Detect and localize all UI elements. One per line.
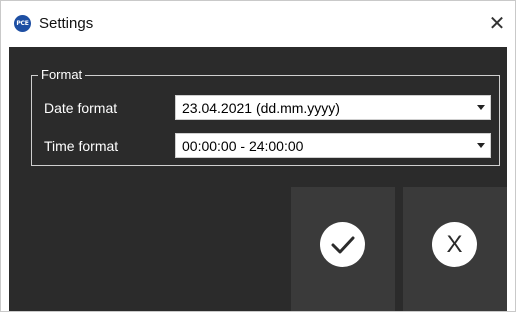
date-format-select[interactable]: 23.04.2021 (dd.mm.yyyy) — [175, 95, 491, 120]
time-format-select[interactable]: 00:00:00 - 24:00:00 — [175, 133, 491, 158]
time-format-label: Time format — [44, 138, 119, 154]
title-bar: PCE Settings ✕ — [1, 1, 515, 47]
settings-content: Format Date format 23.04.2021 (dd.mm.yyy… — [9, 47, 507, 311]
date-format-value: 23.04.2021 (dd.mm.yyyy) — [182, 100, 340, 116]
date-format-label: Date format — [44, 100, 118, 116]
cancel-circle: X — [432, 222, 477, 267]
close-button[interactable]: ✕ — [481, 8, 513, 38]
checkmark-icon — [331, 236, 354, 253]
settings-window: PCE Settings ✕ Format Date format 23.04.… — [0, 0, 516, 312]
cancel-button[interactable]: X — [403, 187, 507, 311]
confirm-button[interactable] — [291, 187, 395, 311]
app-logo-text: PCE — [16, 20, 29, 27]
chevron-down-icon — [477, 143, 485, 148]
confirm-circle — [320, 222, 365, 267]
close-icon: ✕ — [488, 11, 506, 35]
time-format-value: 00:00:00 - 24:00:00 — [182, 138, 304, 154]
format-groupbox: Format Date format 23.04.2021 (dd.mm.yyy… — [31, 67, 500, 166]
cancel-x-icon: X — [446, 230, 463, 258]
format-group-title: Format — [38, 67, 86, 82]
chevron-down-icon — [477, 105, 485, 110]
app-logo-icon: PCE — [14, 15, 31, 32]
window-title: Settings — [39, 15, 94, 32]
